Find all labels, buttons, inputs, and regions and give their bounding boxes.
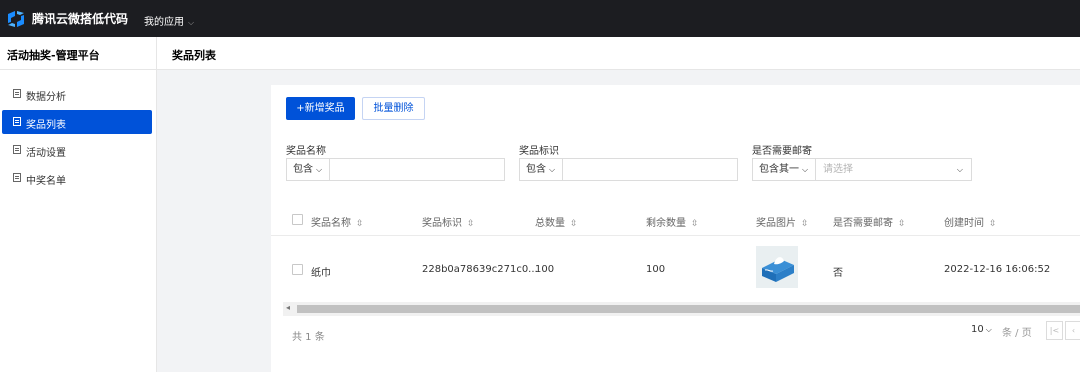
sidebar-item-winners[interactable]: 中奖名单 xyxy=(2,166,152,190)
filter-name-operator[interactable]: 包含 ⌵ xyxy=(287,159,330,180)
sidebar-item-data-analysis[interactable]: 数据分析 xyxy=(2,82,152,106)
operator-value: 包含 xyxy=(293,164,313,175)
prev-page-icon[interactable]: ‹ xyxy=(1065,321,1080,340)
column-header-name[interactable]: 奖品名称 ⇳ xyxy=(311,214,364,229)
column-header-remaining[interactable]: 剩余数量 ⇳ xyxy=(646,214,699,229)
filter-mail-select[interactable]: 请选择 xyxy=(823,159,853,180)
sidebar-item-activity-settings[interactable]: 活动设置 xyxy=(2,138,152,162)
column-header-total[interactable]: 总数量 ⇳ xyxy=(535,214,578,229)
cell-name: 纸巾 xyxy=(311,268,331,279)
column-header-image[interactable]: 奖品图片 ⇳ xyxy=(756,214,809,229)
sort-icon: ⇳ xyxy=(570,219,578,229)
filter-label-tag: 奖品标识 xyxy=(519,146,559,157)
cell-total: 100 xyxy=(535,264,555,275)
page-header: 奖品列表 xyxy=(157,37,1080,70)
list-icon xyxy=(13,117,21,126)
sort-icon: ⇳ xyxy=(356,219,364,229)
my-apps-label: 我的应用 xyxy=(144,17,184,28)
select-all-checkbox[interactable] xyxy=(292,214,303,225)
chevron-down-icon: ⌵ xyxy=(188,18,195,27)
sidebar-item-label: 奖品列表 xyxy=(26,120,66,131)
top-bar: 腾讯云微搭低代码 我的应用 ⌵ xyxy=(0,0,1080,37)
add-prize-button[interactable]: +新增奖品 xyxy=(286,97,355,120)
column-header-created[interactable]: 创建时间 ⇳ xyxy=(944,214,997,229)
tissue-box-image[interactable] xyxy=(756,246,798,288)
operator-value: 包含其一 xyxy=(759,164,799,175)
total-count: 共 1 条 xyxy=(292,332,325,343)
chevron-down-icon: ⌵ xyxy=(956,165,963,174)
sort-icon: ⇳ xyxy=(691,219,699,229)
first-page-icon[interactable]: |< xyxy=(1046,321,1063,340)
filter-label-name: 奖品名称 xyxy=(286,146,326,157)
sidebar-item-label: 中奖名单 xyxy=(26,176,66,187)
filter-mail-operator[interactable]: 包含其一 ⌵ xyxy=(753,159,816,180)
scrollbar-thumb[interactable] xyxy=(297,305,1080,313)
batch-delete-button[interactable]: 批量删除 xyxy=(362,97,425,120)
filter-tag-operator[interactable]: 包含 ⌵ xyxy=(520,159,563,180)
column-header-tag[interactable]: 奖品标识 ⇳ xyxy=(422,214,475,229)
filter-mail-group: 包含其一 ⌵ 请选择 ⌵ xyxy=(752,158,972,181)
table-row[interactable]: 纸巾 228b0a78639c271c0... 100 100 否 2022-1… xyxy=(271,236,1080,301)
per-page-label: 条 / 页 xyxy=(1002,328,1032,339)
platform-title-bar: 活动抽奖-管理平台 xyxy=(0,37,157,70)
row-checkbox[interactable] xyxy=(292,264,303,275)
sidebar-item-label: 活动设置 xyxy=(26,148,66,159)
prize-table-card: +新增奖品 批量删除 奖品名称 包含 ⌵ 奖品标识 包含 ⌵ 是否需要邮寄 包含其一… xyxy=(271,85,1080,372)
list-icon xyxy=(13,173,21,182)
sort-icon: ⇳ xyxy=(801,219,809,229)
sidebar-item-label: 数据分析 xyxy=(26,92,66,103)
page-size-value: 10 xyxy=(971,324,984,335)
column-header-mail[interactable]: 是否需要邮寄 ⇳ xyxy=(833,214,906,229)
page-size-select[interactable]: 10 ⌵ xyxy=(971,324,992,335)
cell-created-time: 2022-12-16 16:06:52 xyxy=(944,264,1051,275)
operator-value: 包含 xyxy=(526,164,546,175)
sidebar: 数据分析 奖品列表 活动设置 中奖名单 xyxy=(0,70,157,372)
chevron-down-icon: ⌵ xyxy=(316,165,323,174)
page-title: 奖品列表 xyxy=(172,49,216,62)
scroll-left-icon[interactable]: ◂ xyxy=(286,303,290,312)
filter-tag-group: 包含 ⌵ xyxy=(519,158,738,181)
table-header: 奖品名称 ⇳ 奖品标识 ⇳ 总数量 ⇳ 剩余数量 ⇳ 奖品图片 ⇳ 是否需要邮寄 ⇳ 创建时… xyxy=(271,203,1080,236)
filter-label-mail: 是否需要邮寄 xyxy=(752,146,812,157)
list-icon xyxy=(13,89,21,98)
chevron-down-icon: ⌵ xyxy=(985,325,992,334)
tissue-box-illustration xyxy=(756,246,798,288)
chevron-down-icon: ⌵ xyxy=(802,165,809,174)
chevron-down-icon: ⌵ xyxy=(549,165,556,174)
sort-icon: ⇳ xyxy=(989,219,997,229)
list-icon xyxy=(13,145,21,154)
weda-logo-icon xyxy=(8,11,24,27)
my-apps-menu[interactable]: 我的应用 ⌵ xyxy=(144,13,194,28)
cell-remaining: 100 xyxy=(646,264,666,275)
cell-needs-mail: 否 xyxy=(833,268,843,279)
brand-name: 腾讯云微搭低代码 xyxy=(32,12,129,26)
platform-title: 活动抽奖-管理平台 xyxy=(7,49,100,62)
sort-icon: ⇳ xyxy=(898,219,906,229)
filter-name-group: 包含 ⌵ xyxy=(286,158,505,181)
cell-tag: 228b0a78639c271c0... xyxy=(422,264,538,275)
sidebar-item-prize-list[interactable]: 奖品列表 xyxy=(2,110,152,134)
sort-icon: ⇳ xyxy=(467,219,475,229)
horizontal-scrollbar[interactable]: ◂ xyxy=(283,302,1080,316)
